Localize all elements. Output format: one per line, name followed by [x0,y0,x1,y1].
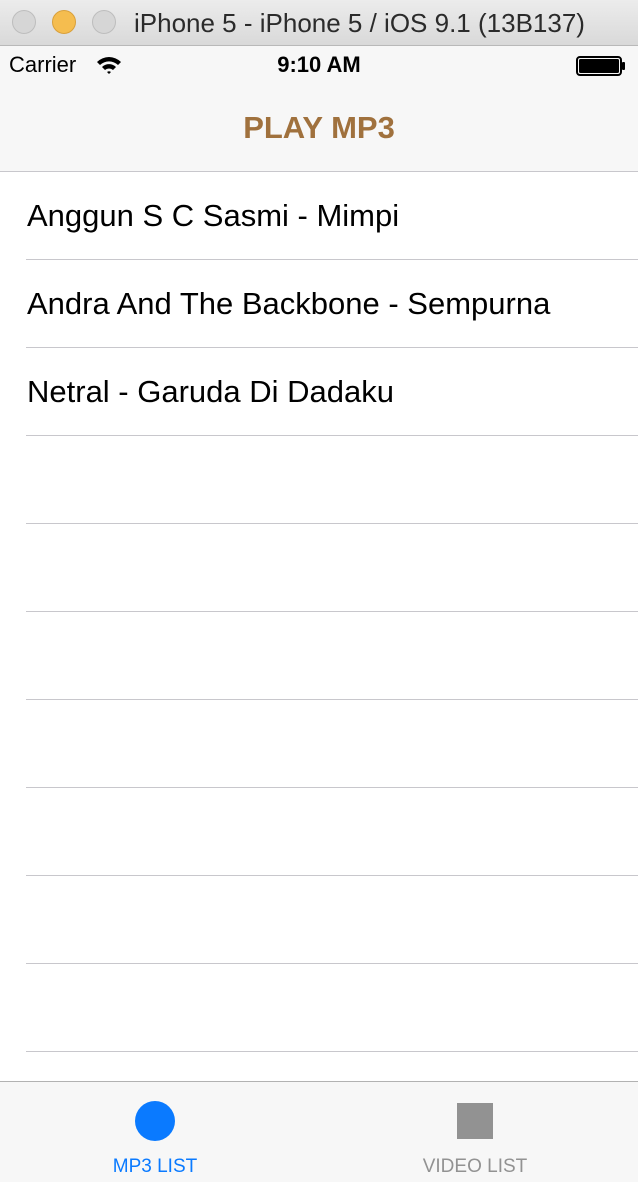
zoom-window-button[interactable] [92,10,116,34]
tab-bar: MP3 LIST VIDEO LIST [0,1081,638,1182]
song-title: Anggun S C Sasmi - Mimpi [27,198,400,233]
list-item[interactable]: Anggun S C Sasmi - Mimpi [0,172,638,260]
window-titlebar: iPhone 5 - iPhone 5 / iOS 9.1 (13B137) [0,0,638,46]
list-item[interactable] [0,788,638,876]
list-item[interactable] [0,1052,638,1082]
square-icon [457,1103,493,1139]
tab-label: MP3 LIST [112,1156,198,1177]
song-title: Andra And The Backbone - Sempurna [27,286,551,321]
battery-icon [576,56,625,76]
list-item[interactable]: Netral - Garuda Di Dadaku [0,348,638,436]
list-item[interactable]: Andra And The Backbone - Sempurna [0,260,638,348]
minimize-window-button[interactable] [52,10,76,34]
list-item[interactable] [0,700,638,788]
tab-mp3-list[interactable]: MP3 LIST [55,1082,255,1182]
simulator-window: iPhone 5 - iPhone 5 / iOS 9.1 (13B137) C… [0,0,638,1182]
close-window-button[interactable] [12,10,36,34]
circle-icon [135,1101,175,1141]
nav-title: PLAY MP3 [243,110,395,145]
list-item[interactable] [0,524,638,612]
list-item[interactable] [0,964,638,1052]
list-item[interactable] [0,436,638,524]
song-title: Netral - Garuda Di Dadaku [27,374,394,409]
list-item[interactable] [0,876,638,964]
status-time: 9:10 AM [277,52,361,77]
window-title: iPhone 5 - iPhone 5 / iOS 9.1 (13B137) [134,8,585,38]
tab-video-list[interactable]: VIDEO LIST [375,1082,575,1182]
tab-label: VIDEO LIST [422,1156,528,1177]
list-item[interactable] [0,612,638,700]
status-bar: Carrier 9:10 AM [0,46,638,86]
navigation-bar: PLAY MP3 [0,86,638,172]
song-list[interactable]: Anggun S C Sasmi - Mimpi Andra And The B… [0,172,638,1082]
